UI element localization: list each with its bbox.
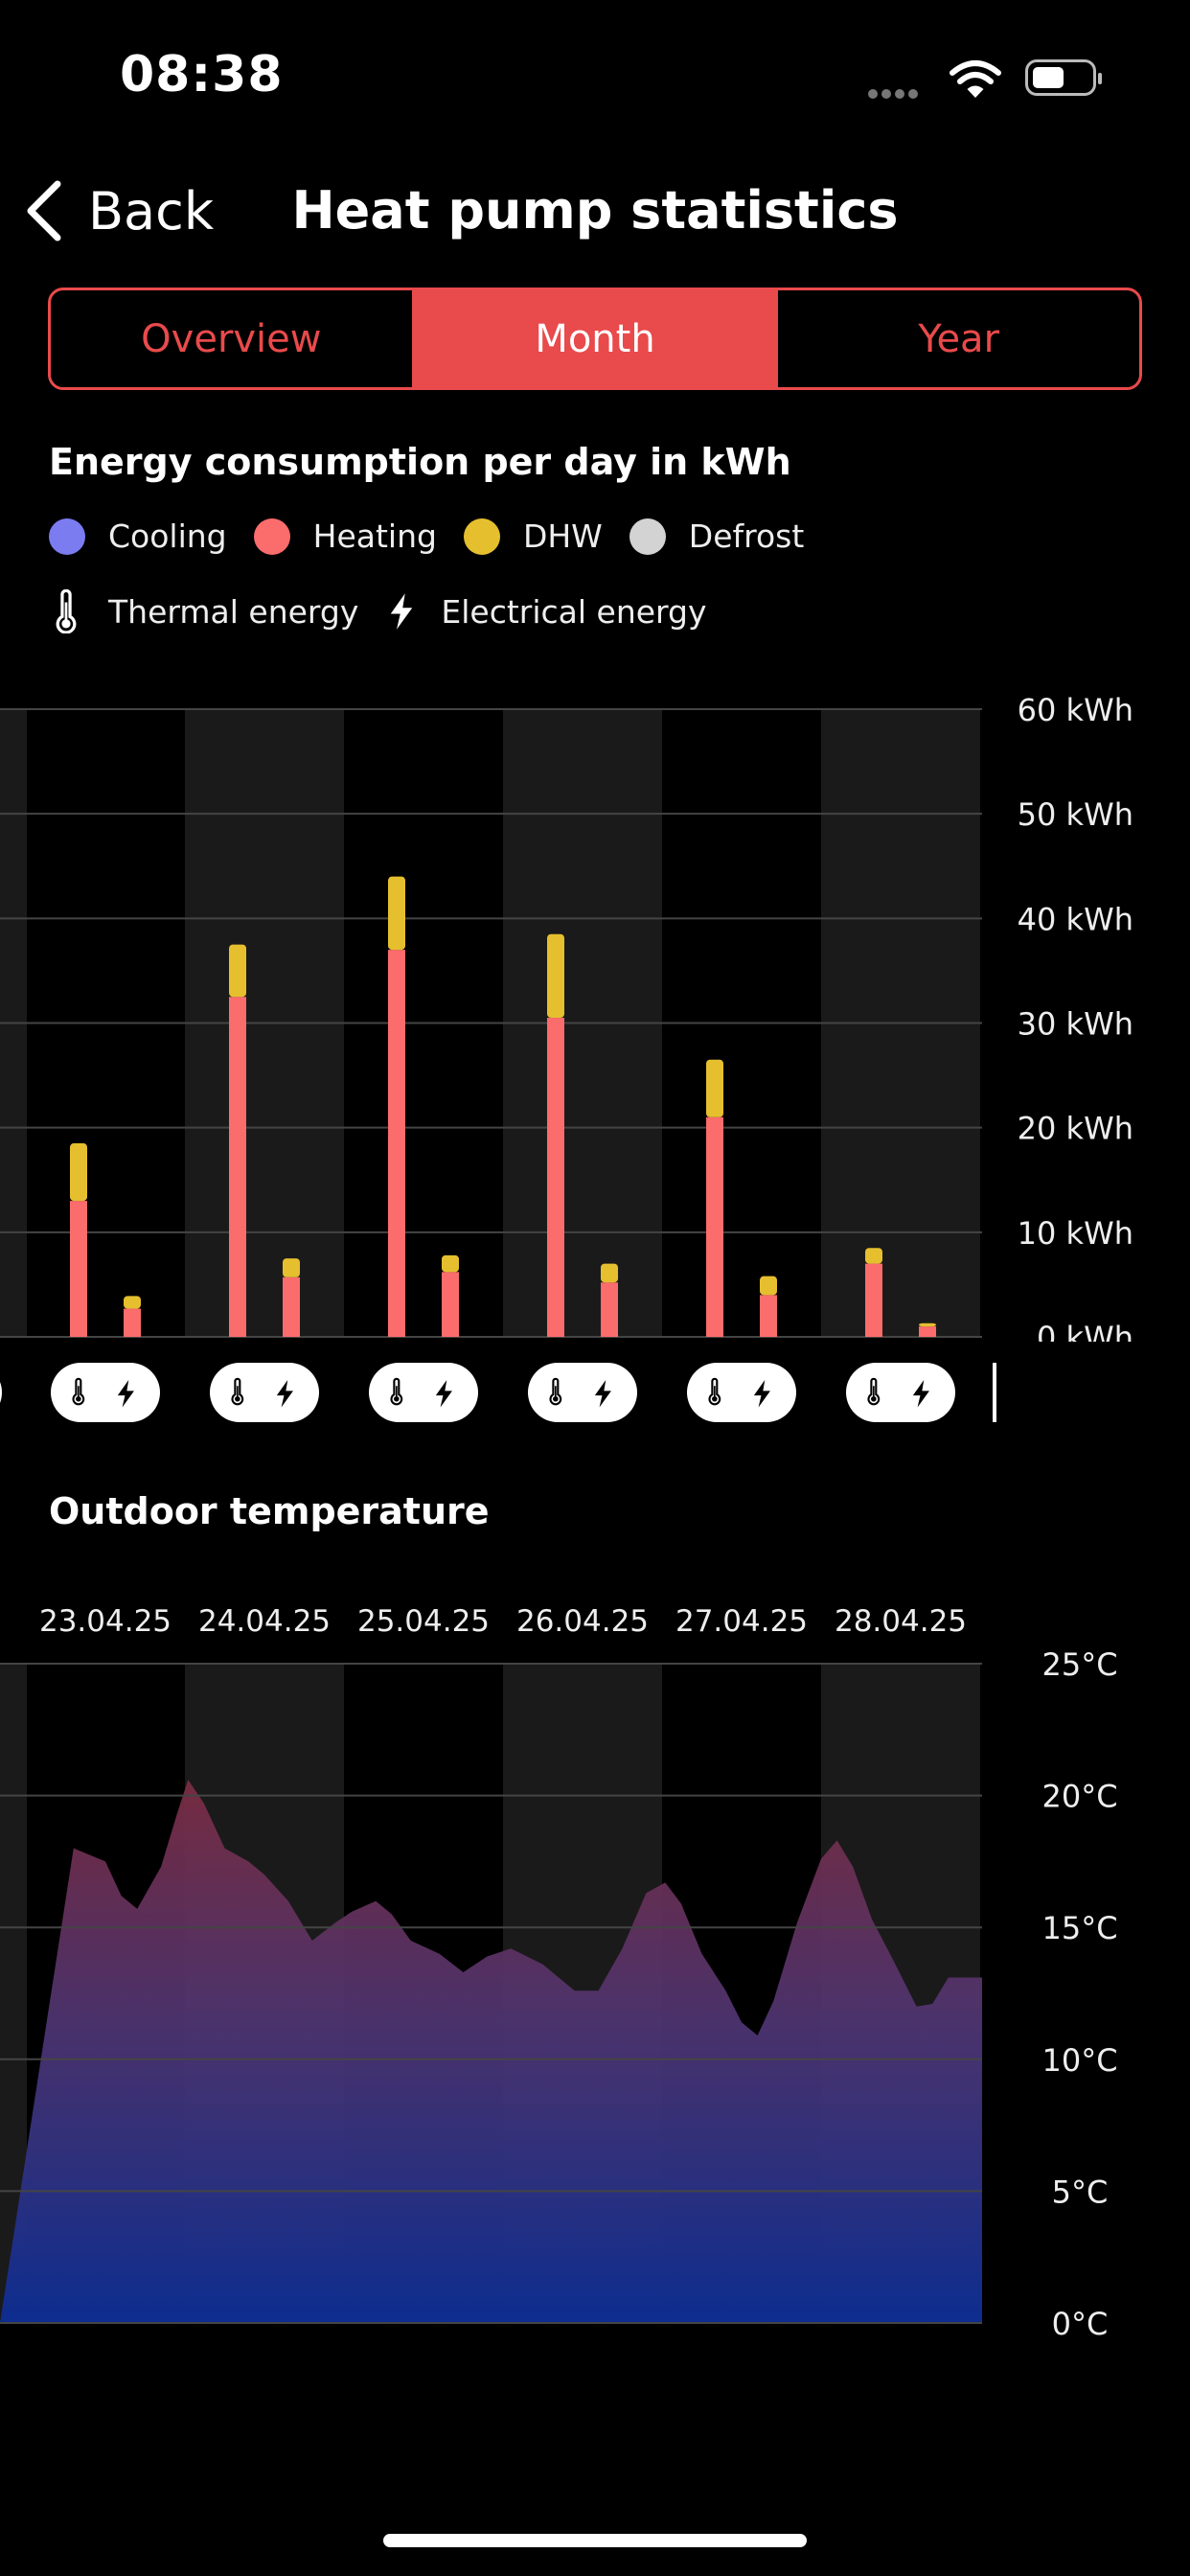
y-tick-label: 20 kWh [1018,1111,1133,1147]
pill-mask [996,1342,1190,1438]
lightning-icon [391,593,413,630]
bar-electrical-dhw [601,1263,618,1283]
home-indicator[interactable] [383,2534,807,2547]
y-tick-label: 0°C [1052,2306,1109,2338]
back-button[interactable]: Back [25,177,214,244]
x-tick-label: 28.04.25 [835,1604,967,1639]
legend-item-thermal: Thermal energy [49,589,358,633]
bar-thermal-dhw [706,1059,723,1117]
bar-thermal-dhw [547,933,564,1019]
energy-type-toggle[interactable] [210,1363,319,1422]
toggle-pill [687,1363,796,1422]
energy-type-toggle[interactable] [51,1363,160,1422]
legend-label-defrost: Defrost [688,518,805,555]
bar-electrical-dhw [124,1296,141,1309]
chevron-left-icon [27,180,61,242]
energy-type-toggle[interactable] [369,1363,478,1422]
bar-electrical-dhw [760,1276,777,1296]
bar-thermal-heating [706,1116,723,1337]
wifi-icon [950,60,1001,98]
legend-label-dhw: DHW [522,518,603,555]
x-tick-label: 24.04.25 [198,1604,331,1639]
x-tick-label: 23.04.25 [39,1604,172,1639]
y-tick-label: 25°C [1041,1646,1117,1683]
bar-electrical-dhw [283,1258,300,1277]
legend-item-electrical: Electrical energy [387,592,707,631]
toggle-pill-partial [0,1382,2,1403]
status-time: 08:38 [120,46,284,104]
bar-thermal-heating [70,1201,87,1337]
toggle-pill-edge [993,1363,996,1422]
energy-type-toggle[interactable] [687,1363,796,1422]
bar-thermal-heating [229,997,246,1337]
energy-bar-chart[interactable]: 60 kWh50 kWh40 kWh30 kWh20 kWh10 kWh0 kW… [0,671,1190,1438]
cellular-signal-icon [868,84,922,103]
bar-electrical-heating [283,1276,300,1337]
bar-thermal-heating [388,950,405,1337]
x-tick-label: 27.04.25 [675,1604,808,1639]
y-tick-label: 50 kWh [1018,796,1133,833]
x-tick-label: 25.04.25 [357,1604,490,1639]
legend-swatch-dhw [463,518,500,555]
energy-legend: Cooling Heating DHW Defrost [49,518,831,555]
bar-electrical-dhw [442,1254,459,1273]
thermometer-icon [56,589,77,633]
y-tick-label: 10 kWh [1018,1215,1133,1252]
bar-electrical-heating [919,1326,936,1337]
legend-label-electrical: Electrical energy [441,592,707,631]
toggle-pill [369,1363,478,1422]
tab-year[interactable]: Year [775,290,1139,387]
legend-item-dhw: DHW [463,518,603,555]
back-label: Back [88,180,215,242]
y-tick-label: 10°C [1041,2042,1117,2079]
bar-electrical-heating [601,1282,618,1337]
energy-type-toggle[interactable] [528,1363,637,1422]
period-segmented-control: Overview Month Year [48,288,1142,390]
legend-item-cooling: Cooling [49,518,227,555]
legend-item-defrost: Defrost [629,518,805,555]
legend-label-thermal: Thermal energy [108,592,359,631]
x-tick-label: 26.04.25 [516,1604,649,1639]
y-tick-label: 5°C [1052,2174,1109,2210]
bar-electrical-heating [124,1308,141,1337]
bar-thermal-heating [547,1018,564,1337]
y-tick-label: 40 kWh [1018,901,1133,937]
toggle-pill [528,1363,637,1422]
y-tick-label: 15°C [1041,1910,1117,1946]
legend-swatch-heating [253,518,290,555]
energy-type-toggle[interactable] [846,1363,955,1422]
toggle-pill [846,1363,955,1422]
tab-overview[interactable]: Overview [51,290,412,387]
bar-thermal-dhw [865,1248,882,1264]
y-tick-label: 30 kWh [1018,1006,1133,1043]
y-tick-label: 20°C [1041,1779,1117,1815]
bar-electrical-heating [760,1295,777,1337]
y-tick-label: 60 kWh [1018,692,1133,728]
bar-thermal-dhw [229,944,246,998]
toggle-pill [51,1363,160,1422]
legend-swatch-cooling [49,518,85,555]
energy-section-title: Energy consumption per day in kWh [49,441,791,483]
bar-thermal-dhw [70,1143,87,1202]
temperature-section-title: Outdoor temperature [49,1490,490,1532]
bar-thermal-dhw [388,876,405,951]
legend-label-cooling: Cooling [108,518,227,555]
outdoor-temperature-chart[interactable]: 25°C 20°C 15°C 10°C 5°C 0°C 23.04.25 24.04.25 25… [0,1591,1190,2338]
bar-electrical-dhw [919,1322,936,1327]
legend-swatch-defrost [629,518,666,555]
battery-icon [1025,59,1102,96]
energy-type-legend: Thermal energy Electrical energy [49,589,736,633]
temperature-area [0,1780,982,2323]
legend-item-heating: Heating [253,518,437,555]
bar-electrical-heating [442,1272,459,1337]
tab-month[interactable]: Month [411,290,776,387]
bar-thermal-heating [865,1263,882,1337]
legend-label-heating: Heating [312,518,437,555]
toggle-pill [210,1363,319,1422]
